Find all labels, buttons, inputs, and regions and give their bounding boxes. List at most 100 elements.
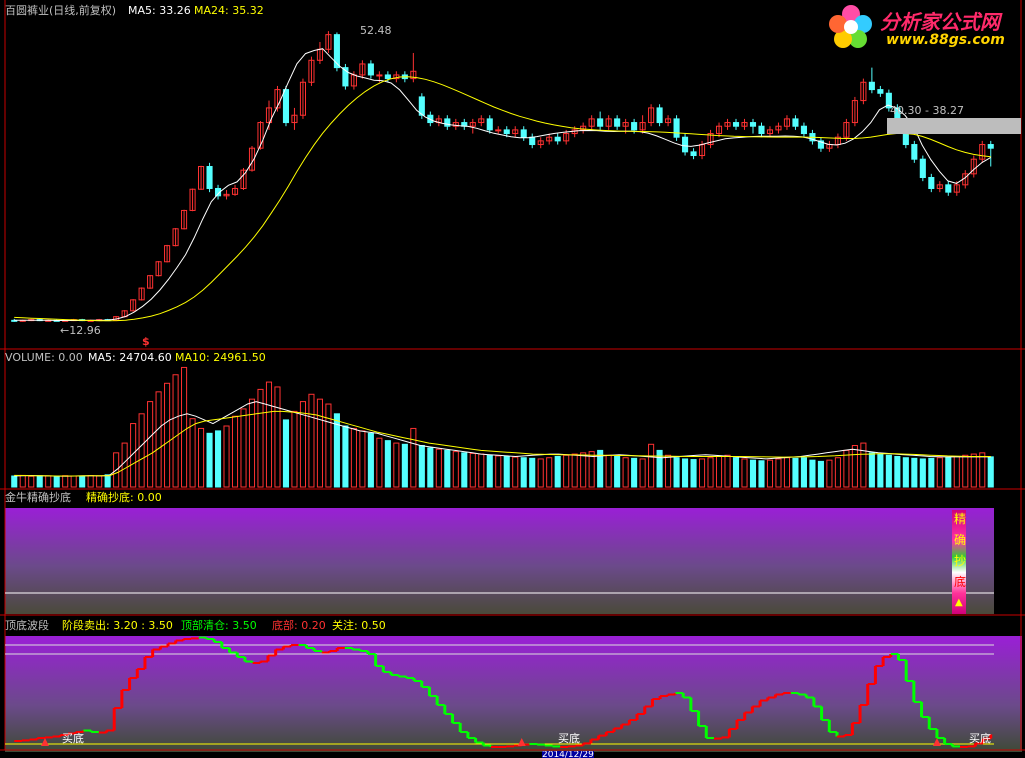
volume-bar xyxy=(529,457,536,488)
marker-char-1: 精 xyxy=(954,512,967,526)
candle-body xyxy=(333,34,340,69)
signal-dollar-mark: $ xyxy=(142,335,150,348)
volume-bar xyxy=(214,430,222,488)
bottom-fishing-background xyxy=(5,508,994,614)
candle-body xyxy=(928,177,935,189)
candle-body xyxy=(656,107,663,124)
volume-ma5-label: MA5: 24704.60 xyxy=(88,351,172,364)
volume-bar xyxy=(486,454,493,488)
candle-body xyxy=(631,122,638,131)
volume-bar xyxy=(469,452,476,488)
volume-bar xyxy=(45,475,52,488)
candle-body xyxy=(682,136,689,153)
buy-signal-label-2: 买底 xyxy=(558,732,580,745)
wave-clear-label: 顶部清仓: 3.50 xyxy=(181,619,257,632)
volume-bar xyxy=(894,456,901,488)
volume-bar xyxy=(707,457,714,488)
volume-bar xyxy=(19,474,26,488)
candle-body xyxy=(206,166,213,189)
volume-bar xyxy=(648,443,655,488)
wave-watch-label: 关注: 0.50 xyxy=(332,619,386,632)
candle-body xyxy=(529,136,536,146)
volume-bar xyxy=(104,474,111,488)
volume-bar xyxy=(350,427,357,488)
date-axis-highlight: 2014/12/29 xyxy=(542,751,594,758)
volume-bar xyxy=(970,453,977,488)
range-label: 40.30 - 38.27 xyxy=(890,104,964,117)
volume-bar xyxy=(800,457,807,488)
candle-body xyxy=(520,129,527,138)
volume-bar xyxy=(461,452,468,488)
candle-body xyxy=(495,129,502,132)
logo-name: 分析家公式网 xyxy=(880,10,1000,34)
volume-bar xyxy=(537,458,544,488)
volume-bar xyxy=(605,454,612,488)
volume-bar xyxy=(690,459,697,488)
volume-bar xyxy=(444,449,451,488)
volume-bar xyxy=(749,459,757,488)
volume-bar xyxy=(138,413,145,488)
volume-bar xyxy=(817,460,824,488)
volume-bar xyxy=(860,442,867,488)
candle-body xyxy=(673,118,680,138)
volume-bar xyxy=(172,374,179,488)
candle-body xyxy=(597,118,604,127)
volume-bar xyxy=(410,427,417,488)
volume-bar xyxy=(53,475,60,488)
volume-bar xyxy=(274,386,281,488)
price-panel[interactable] xyxy=(11,31,994,322)
volume-bar xyxy=(223,425,230,488)
volume-bar xyxy=(792,457,799,488)
candle-body xyxy=(877,89,884,94)
candle-body xyxy=(945,184,952,193)
volume-bar xyxy=(265,381,273,488)
volume-bar xyxy=(503,456,510,488)
candle-body xyxy=(367,63,374,76)
volume-panel[interactable] xyxy=(11,366,994,488)
volume-bar xyxy=(308,393,315,488)
candle-body xyxy=(911,144,918,160)
volume-bar xyxy=(554,456,561,488)
volume-bar xyxy=(520,457,527,488)
volume-bar xyxy=(928,457,935,488)
volume-bar xyxy=(367,432,374,488)
volume-bar xyxy=(189,418,196,488)
marker-char-4: 底 xyxy=(954,575,967,589)
volume-bar xyxy=(478,453,485,488)
volume-bar xyxy=(682,458,689,488)
volume-bar xyxy=(826,459,833,488)
volume-bar xyxy=(384,440,391,488)
volume-bar xyxy=(282,419,290,488)
volume-bar xyxy=(452,451,459,488)
volume-bar xyxy=(987,456,994,488)
volume-bar xyxy=(936,457,943,488)
volume-bar xyxy=(198,427,205,488)
candle-body xyxy=(868,81,875,91)
volume-bar xyxy=(231,415,239,488)
volume-bar xyxy=(206,432,213,488)
bottom-panel-title: 金牛精确抄底 xyxy=(5,491,71,504)
volume-panel-title: VOLUME: 0.00 xyxy=(5,351,83,364)
candle-body xyxy=(792,118,799,127)
volume-bar xyxy=(732,457,740,488)
volume-bar xyxy=(580,452,587,488)
candle-body xyxy=(554,136,561,142)
candle-body xyxy=(732,122,740,127)
volume-ma10-label: MA10: 24961.50 xyxy=(175,351,266,364)
volume-bar xyxy=(316,398,323,488)
candle-body xyxy=(758,125,765,135)
volume-bar xyxy=(62,475,69,488)
volume-bar xyxy=(614,456,621,488)
volume-bar xyxy=(427,447,434,488)
volume-bar xyxy=(546,457,553,488)
range-highlight-box xyxy=(887,118,1021,134)
volume-bar xyxy=(766,459,774,488)
volume-bar xyxy=(843,449,850,488)
buy-signal-label-1: 买底 xyxy=(62,732,84,745)
volume-bar xyxy=(699,458,706,488)
volume-bar xyxy=(418,445,425,488)
volume-bar xyxy=(181,366,188,488)
candle-body xyxy=(987,144,994,149)
price-ma24-line xyxy=(14,76,991,322)
volume-bar xyxy=(87,475,94,488)
